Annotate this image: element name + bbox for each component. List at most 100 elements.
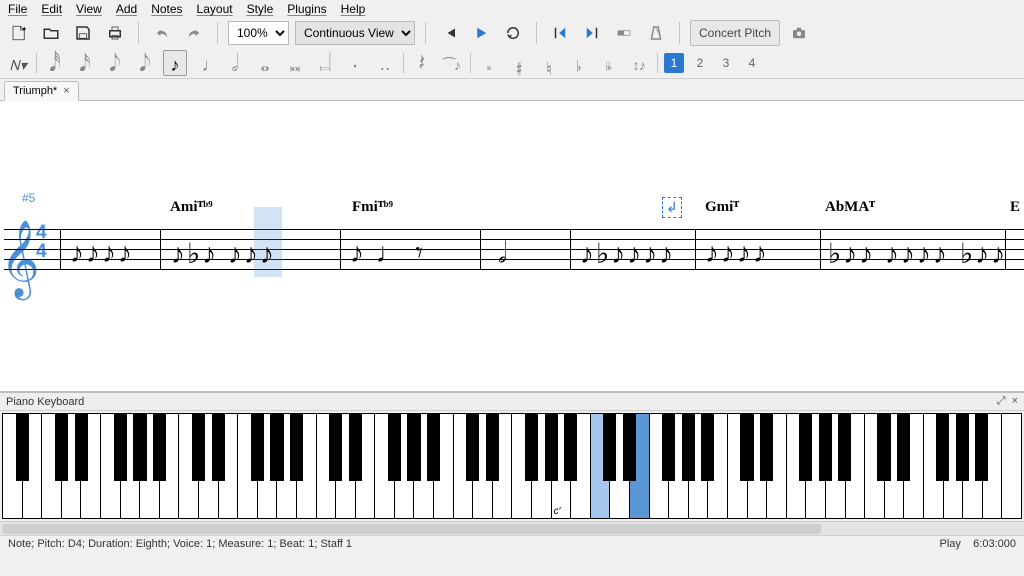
duration-half[interactable]: 𝅗𝅥 (223, 50, 247, 76)
white-key[interactable] (101, 414, 121, 518)
white-key[interactable] (630, 414, 650, 518)
beamed-group[interactable]: ♪♭♪♪♪♪ (580, 237, 675, 270)
menu-help[interactable]: Help (341, 2, 366, 16)
image-capture-button[interactable] (786, 20, 812, 46)
white-key[interactable] (924, 414, 944, 518)
white-key[interactable] (571, 414, 591, 518)
play-button[interactable] (468, 20, 494, 46)
tie-button[interactable]: ⁀♪ (440, 50, 464, 76)
white-key[interactable] (317, 414, 337, 518)
white-key[interactable] (356, 414, 376, 518)
horizontal-scrollbar[interactable] (0, 521, 1024, 535)
duration-16th[interactable]: 𝅘𝅥𝅮 (103, 50, 127, 76)
loop-in-button[interactable] (547, 20, 573, 46)
white-key[interactable] (708, 414, 728, 518)
flat-button[interactable]: ♭ (567, 50, 591, 76)
beamed-group[interactable]: ♪♪♪♪ (705, 237, 769, 269)
white-key[interactable]: c′ (552, 414, 572, 518)
tab-triumph[interactable]: Triumph* × (4, 81, 79, 101)
duration-64th[interactable]: 𝅘𝅥𝅰 (43, 50, 67, 76)
zoom-select[interactable]: 100% (228, 21, 289, 45)
white-key[interactable] (963, 414, 983, 518)
print-button[interactable] (102, 20, 128, 46)
pan-button[interactable] (611, 20, 637, 46)
menu-add[interactable]: Add (116, 2, 137, 16)
voice-1-button[interactable]: 1 (664, 53, 684, 73)
undo-button[interactable] (149, 20, 175, 46)
white-key[interactable] (81, 414, 101, 518)
note-input-mode-dropdown[interactable]: N▾ (6, 50, 30, 76)
menu-layout[interactable]: Layout (197, 2, 233, 16)
chord-symbol[interactable]: AbMAᵀ (825, 199, 875, 216)
double-dot[interactable]: ‥ (373, 50, 397, 76)
white-key[interactable] (434, 414, 454, 518)
white-key[interactable] (258, 414, 278, 518)
menu-notes[interactable]: Notes (151, 2, 182, 16)
menu-view[interactable]: View (76, 2, 102, 16)
open-button[interactable] (38, 20, 64, 46)
white-key[interactable] (199, 414, 219, 518)
white-key[interactable] (650, 414, 670, 518)
duration-breve[interactable]: 𝅜 (283, 50, 307, 76)
white-key[interactable] (532, 414, 552, 518)
white-key[interactable] (846, 414, 866, 518)
white-key[interactable] (336, 414, 356, 518)
loop-out-button[interactable] (579, 20, 605, 46)
double-sharp-button[interactable]: 𝄪 (477, 50, 501, 76)
white-key[interactable] (610, 414, 630, 518)
tab-close-icon[interactable]: × (63, 85, 69, 97)
white-key[interactable] (748, 414, 768, 518)
white-key[interactable] (297, 414, 317, 518)
white-key[interactable] (414, 414, 434, 518)
white-key[interactable] (493, 414, 513, 518)
white-key[interactable] (454, 414, 474, 518)
white-key[interactable] (23, 414, 43, 518)
voice-2-button[interactable]: 2 (690, 53, 710, 73)
voice-3-button[interactable]: 3 (716, 53, 736, 73)
beamed-group[interactable]: ♭♪♪ (960, 237, 1007, 270)
white-key[interactable] (806, 414, 826, 518)
white-key[interactable] (767, 414, 787, 518)
piano-undock-icon[interactable]: ⤢ (997, 395, 1006, 408)
duration-longa[interactable]: 𝆷 (313, 50, 337, 76)
menu-file[interactable]: File (8, 2, 27, 16)
sharp-button[interactable]: ♯ (507, 50, 531, 76)
beamed-group[interactable]: ♪♪♪♪ (70, 237, 134, 269)
double-flat-button[interactable]: 𝄫 (597, 50, 621, 76)
white-key[interactable] (728, 414, 748, 518)
duration-eighth[interactable]: ♪ (163, 50, 187, 76)
white-key[interactable] (669, 414, 689, 518)
chord-symbol[interactable]: Gmiᵀ (705, 199, 739, 216)
concert-pitch-button[interactable]: Concert Pitch (690, 20, 780, 46)
white-key[interactable] (140, 414, 160, 518)
system-break-icon[interactable]: ↲ (662, 197, 682, 218)
white-key[interactable] (277, 414, 297, 518)
white-key[interactable] (473, 414, 493, 518)
piano-keyboard[interactable]: c′ (2, 413, 1022, 519)
duration-16th-b[interactable]: 𝅘𝅥𝅮 (133, 50, 157, 76)
duration-32nd[interactable]: 𝅘𝅥𝅯 (73, 50, 97, 76)
flip-direction-button[interactable]: ↕♪ (627, 50, 651, 76)
white-key[interactable] (865, 414, 885, 518)
menu-style[interactable]: Style (247, 2, 274, 16)
view-mode-select[interactable]: Continuous View (295, 21, 415, 45)
white-key[interactable] (62, 414, 82, 518)
beamed-group[interactable]: 𝅗𝅥 (498, 237, 509, 270)
white-key[interactable] (219, 414, 239, 518)
loop-button[interactable] (500, 20, 526, 46)
chord-symbol[interactable]: Fmiᵀᵇ⁹ (352, 199, 393, 216)
menu-edit[interactable]: Edit (41, 2, 62, 16)
white-key[interactable] (238, 414, 258, 518)
white-key[interactable] (983, 414, 1003, 518)
save-button[interactable] (70, 20, 96, 46)
score-canvas[interactable]: #5 𝄞 44 Amiᵀᵇ⁹Fmiᵀᵇ⁹GmiᵀAbMAᵀE ♪♪♪♪♪♭♪ ♪… (0, 101, 1024, 391)
rewind-button[interactable] (436, 20, 462, 46)
white-key[interactable] (512, 414, 532, 518)
piano-close-icon[interactable]: × (1012, 395, 1018, 408)
white-key[interactable] (787, 414, 807, 518)
white-key[interactable] (375, 414, 395, 518)
rest-button[interactable]: 𝄽 (410, 50, 434, 76)
chord-symbol[interactable]: Amiᵀᵇ⁹ (170, 199, 213, 216)
beamed-group[interactable]: ♪♭♪ ♪♪♪ (171, 237, 276, 270)
beamed-group[interactable]: ♪ ♩ 𝄾 (350, 237, 425, 270)
